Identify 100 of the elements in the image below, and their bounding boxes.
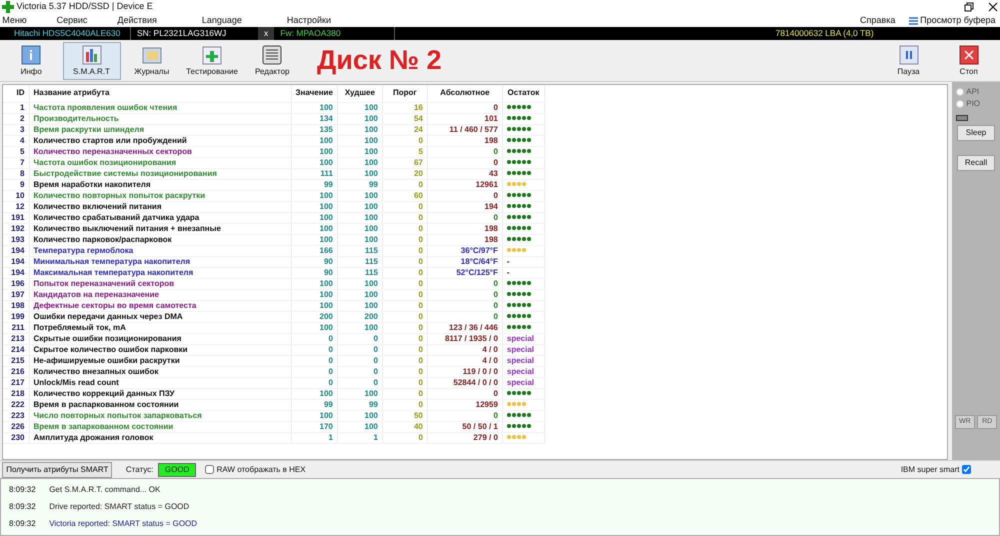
attribute-name: Количество срабатываний датчика удара xyxy=(29,212,291,223)
worst-cell: 100 xyxy=(337,157,382,168)
toolbar-button[interactable]: Пауза xyxy=(880,42,938,80)
worst-cell: 0 xyxy=(337,344,382,355)
worst-cell: 0 xyxy=(337,333,382,344)
attribute-name: Производительность xyxy=(29,113,291,124)
radio-button[interactable] xyxy=(956,100,964,108)
worst-cell: 100 xyxy=(337,289,382,300)
menu-item[interactable]: Меню xyxy=(2,14,27,28)
value-cell: 100 xyxy=(291,157,338,168)
value-cell: 100 xyxy=(291,300,338,311)
toolbar-button[interactable]: Тестирование xyxy=(183,42,241,80)
get-smart-button[interactable]: Получить атрибуты SMART xyxy=(2,462,112,478)
toolbar-button[interactable]: Инфо xyxy=(2,42,60,80)
menu-item[interactable]: Действия xyxy=(117,14,157,28)
raw-value: 0 xyxy=(427,190,502,201)
threshold-cell: 67 xyxy=(382,157,428,168)
attribute-id: 215 xyxy=(3,355,29,366)
attribute-name: Unlock/Mis read count xyxy=(29,377,291,388)
side-button[interactable]: Recall xyxy=(957,154,995,170)
attribute-id: 194 xyxy=(3,256,29,267)
raw-value: 52°C/125°F xyxy=(427,267,502,278)
toolbar-button[interactable]: Редактор xyxy=(243,42,302,80)
close-drive-button[interactable]: x xyxy=(258,27,274,40)
close-icon[interactable] xyxy=(988,2,998,12)
raw-value: 0 xyxy=(427,212,502,223)
log-message: Victoria reported: SMART status = GOOD xyxy=(49,518,198,530)
checkbox-label: RAW отображать в HEX xyxy=(216,464,306,476)
menu-item[interactable]: Сервис xyxy=(56,14,88,28)
attribute-name: Ошибки передачи данных через DMA xyxy=(29,311,291,322)
value-cell: 0 xyxy=(291,344,338,355)
value-cell: 100 xyxy=(291,223,338,234)
attribute-name: Количество повторных попыток раскрутки xyxy=(29,190,291,201)
log-message: Drive reported: SMART status = GOOD xyxy=(49,501,190,513)
worst-cell: 100 xyxy=(337,388,382,399)
toolbar-button[interactable]: Стоп xyxy=(940,42,998,80)
menu-item[interactable]: Language xyxy=(202,14,242,28)
toolbar-button[interactable]: Журналы xyxy=(122,42,181,80)
threshold-cell: 0 xyxy=(382,322,428,333)
log-time: 8:09:32 xyxy=(9,501,36,513)
value-cell: 100 xyxy=(291,234,338,245)
worst-cell: 115 xyxy=(337,267,382,278)
worst-cell: 100 xyxy=(337,410,382,421)
attribute-id: 192 xyxy=(3,223,29,234)
remainder-text: - xyxy=(506,268,510,276)
attribute-id: 223 xyxy=(3,410,29,421)
raw-value: 0 xyxy=(427,410,502,421)
worst-cell: 100 xyxy=(337,322,382,333)
help-menu[interactable]: Справка xyxy=(860,14,896,28)
checkbox-label: IBM super smart xyxy=(900,464,960,476)
attribute-name: Количество стартов или пробуждений xyxy=(29,135,291,146)
attribute-id: 197 xyxy=(3,289,29,300)
threshold-cell: 0 xyxy=(382,355,428,366)
firmware-version: Fw: MPAOA380 xyxy=(279,27,342,40)
worst-cell: 100 xyxy=(337,421,382,432)
worst-cell: 99 xyxy=(337,399,382,410)
threshold-cell: 0 xyxy=(382,300,428,311)
radio-label: API xyxy=(966,86,980,98)
raw-value: 12961 xyxy=(427,179,502,190)
value-cell: 200 xyxy=(291,311,338,322)
worst-cell: 100 xyxy=(337,223,382,234)
worst-cell: 99 xyxy=(337,179,382,190)
attribute-name: Количество переназначенных секторов xyxy=(29,146,291,157)
status-indicator: GOOD xyxy=(158,462,196,476)
remainder-text: special xyxy=(506,366,534,376)
toolbar-button[interactable]: S.M.A.R.T xyxy=(62,42,120,80)
raw-value: 0 xyxy=(427,278,502,289)
attribute-id: 3 xyxy=(3,124,29,135)
worst-cell: 0 xyxy=(337,366,382,377)
restore-icon[interactable] xyxy=(964,2,974,12)
threshold-cell: 0 xyxy=(382,223,428,234)
attribute-id: 194 xyxy=(3,267,29,278)
worst-cell: 100 xyxy=(337,201,382,212)
remainder-text: special xyxy=(506,344,534,354)
value-cell: 111 xyxy=(291,168,338,179)
menu-item[interactable]: Настройки xyxy=(286,14,332,28)
attribute-id: 8 xyxy=(3,168,29,179)
attribute-id: 194 xyxy=(3,245,29,256)
side-button[interactable]: Sleep xyxy=(957,125,995,141)
buffer-view-link[interactable]: Просмотр буфера xyxy=(920,14,996,28)
attribute-id: 10 xyxy=(3,190,29,201)
raw-value: 279 / 0 xyxy=(427,432,502,443)
radio-button[interactable] xyxy=(956,88,964,96)
attribute-name: Частота ошибок позиционирования xyxy=(29,157,291,168)
threshold-cell: 50 xyxy=(382,410,428,421)
attribute-name: Частота проявления ошибок чтения xyxy=(29,102,291,113)
worst-cell: 100 xyxy=(337,300,382,311)
log-time: 8:09:32 xyxy=(9,518,36,530)
threshold-cell: 0 xyxy=(382,245,428,256)
attribute-name: Время в распаркованном состоянии xyxy=(29,399,291,410)
remainder-text: special xyxy=(506,356,534,364)
attribute-id: 198 xyxy=(3,300,29,311)
value-cell: 100 xyxy=(291,212,338,223)
raw-value: 4 / 0 xyxy=(427,344,502,355)
attribute-id: 193 xyxy=(3,234,29,245)
stop-icon xyxy=(958,44,980,66)
checkbox[interactable] xyxy=(205,465,214,474)
checkbox[interactable] xyxy=(962,465,971,474)
plus-icon xyxy=(201,44,223,66)
raw-value: 36°C/97°F xyxy=(427,245,502,256)
